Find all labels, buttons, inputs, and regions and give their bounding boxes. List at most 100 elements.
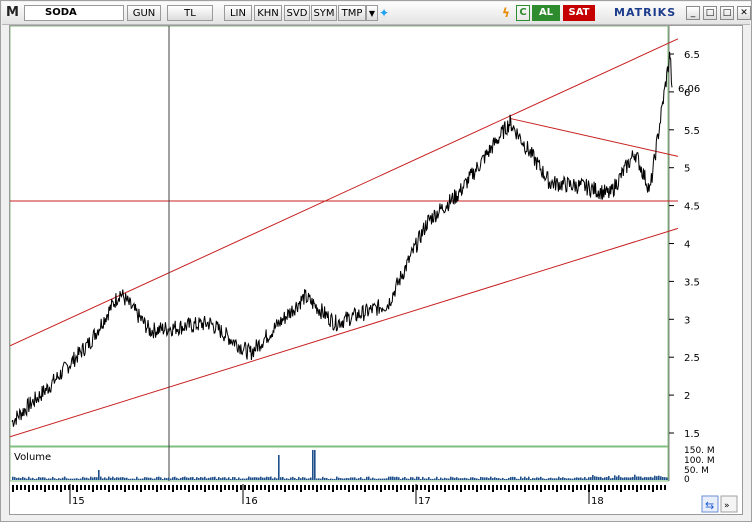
x-tick — [352, 485, 354, 490]
period-button[interactable]: GUN — [127, 5, 161, 21]
sell-button[interactable]: SAT — [563, 5, 595, 21]
x-tick-label: 16 — [245, 496, 258, 507]
tmp-button[interactable]: TMP — [338, 5, 366, 21]
volume-bar — [662, 476, 664, 480]
khn-button[interactable]: KHN — [254, 5, 282, 21]
x-tick — [400, 485, 402, 490]
volume-bar — [262, 477, 264, 480]
y-tick-label: 4 — [684, 240, 690, 251]
volume-bar — [438, 478, 440, 480]
buy-button[interactable]: AL — [532, 5, 560, 21]
svd-button[interactable]: SVD — [284, 5, 310, 21]
x-tick — [80, 485, 82, 490]
volume-bar — [124, 477, 126, 480]
volume-bar — [194, 478, 196, 480]
volume-bar — [466, 478, 468, 480]
volume-bar — [642, 477, 644, 480]
volume-bar — [604, 477, 606, 480]
sym-button[interactable]: SYM — [311, 5, 337, 21]
price-chart[interactable]: 1.522.533.544.555.566.5 6.06 Volume 150.… — [9, 25, 742, 514]
volume-bar — [362, 478, 364, 480]
x-tick — [144, 485, 146, 490]
close-icon[interactable]: ✕ — [737, 6, 751, 20]
x-tick — [652, 485, 654, 492]
refresh-icon[interactable]: C — [516, 5, 530, 21]
volume-bar — [450, 476, 452, 480]
symbol-field[interactable]: SODA — [24, 5, 124, 21]
x-tick — [624, 485, 626, 490]
x-tick — [328, 485, 330, 490]
x-tick — [392, 485, 394, 490]
volume-bar — [64, 476, 66, 480]
volume-bar — [94, 477, 96, 480]
x-tick — [520, 485, 522, 490]
volume-bar — [130, 478, 132, 480]
x-tick — [584, 485, 586, 490]
volume-bar — [76, 478, 78, 480]
x-tick — [596, 485, 598, 490]
minimize-icon[interactable]: _ — [686, 6, 700, 20]
x-tick — [128, 485, 130, 490]
volume-bar — [156, 477, 158, 480]
dropdown-arrow-icon[interactable]: ▼ — [366, 5, 378, 21]
volume-bar — [36, 478, 38, 480]
lightning-icon[interactable]: ϟ — [502, 6, 514, 20]
volume-bar — [644, 476, 646, 480]
volume-bar — [520, 476, 522, 480]
volume-bar — [388, 476, 390, 480]
svg-text:⇆: ⇆ — [705, 499, 714, 512]
y-tick-label: 3.5 — [684, 277, 700, 288]
x-tick — [88, 485, 90, 490]
x-tick — [664, 485, 666, 490]
volume-bar — [240, 478, 242, 480]
x-tick — [312, 485, 314, 490]
volume-bar — [38, 476, 40, 480]
volume-bar — [168, 477, 170, 480]
scroll-end-icon[interactable]: » — [720, 495, 738, 513]
twitter-icon[interactable]: ✦ — [379, 6, 393, 20]
volume-bar — [12, 476, 14, 480]
x-tick — [428, 485, 430, 492]
volume-bar — [70, 478, 72, 480]
restore-icon[interactable]: □ — [703, 6, 717, 20]
sync-icon[interactable]: ⇆ — [701, 495, 719, 513]
y-tick-label: 2 — [684, 391, 690, 402]
volume-bar — [540, 476, 542, 480]
volume-bar — [82, 476, 84, 480]
x-tick — [200, 485, 202, 490]
volume-bar — [512, 476, 514, 480]
volume-bar — [210, 477, 212, 480]
volume-bar — [396, 476, 398, 480]
volume-bar — [16, 477, 18, 480]
volume-bar — [528, 476, 530, 480]
volume-bar — [378, 478, 380, 480]
volume-bar — [44, 477, 46, 480]
volume-bar — [440, 477, 442, 480]
volume-bar — [274, 477, 276, 480]
x-tick — [12, 485, 14, 492]
volume-bar — [50, 478, 52, 480]
volume-bar — [328, 478, 330, 480]
volume-bar — [198, 477, 200, 480]
volume-bar — [138, 478, 140, 480]
volume-bar — [536, 477, 538, 480]
x-tick — [640, 485, 642, 490]
volume-bar — [422, 476, 424, 480]
currency-button[interactable]: TL — [167, 5, 213, 21]
x-tick — [648, 485, 650, 490]
y-tick-label: 4.5 — [684, 202, 700, 213]
volume-bar — [52, 476, 54, 480]
maximize-icon[interactable]: □ — [720, 6, 734, 20]
volume-bar — [456, 477, 458, 480]
x-tick — [48, 485, 50, 490]
volume-bar — [102, 478, 104, 480]
volume-bar — [208, 477, 210, 480]
x-tick — [540, 485, 542, 492]
chart-area[interactable]: 1.5 2 2.5 3 3.5 4 4.5 5 5.5 6 6.5 6.06 Volume 150.… — [9, 25, 743, 515]
volume-bar — [290, 477, 292, 480]
scale-button[interactable]: LIN — [224, 5, 252, 21]
x-tick — [124, 485, 126, 492]
matriks-m-icon[interactable]: M — [6, 5, 22, 21]
x-tick — [380, 485, 382, 492]
volume-bar — [566, 478, 568, 480]
